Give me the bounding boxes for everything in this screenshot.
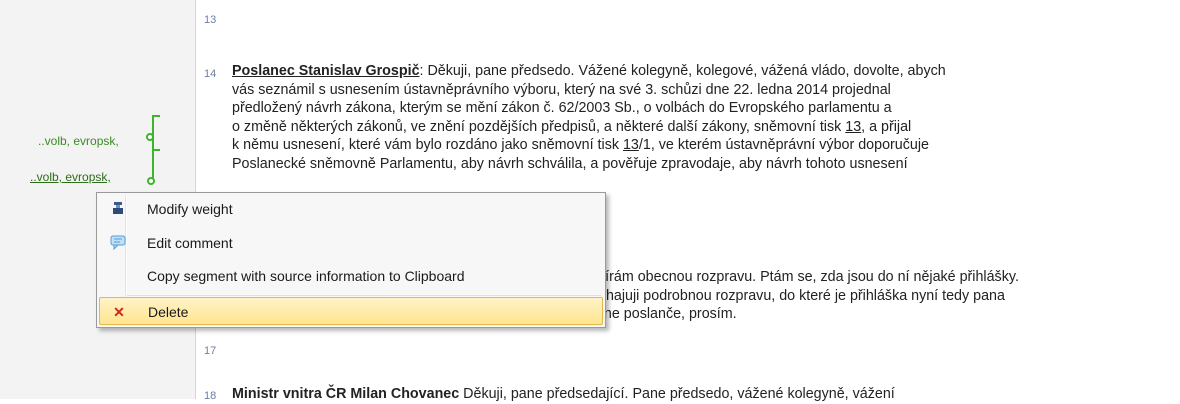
speaker-name[interactable]: Ministr vnitra ČR Milan Chovanec [232,386,459,402]
line-number: 17 [204,345,217,357]
segment-text: , a přijal [861,118,912,135]
code-bracket[interactable] [152,115,160,151]
print-link[interactable]: 13 [845,119,861,135]
menu-item-copy-segment[interactable]: Copy segment with source information to … [99,262,603,290]
menu-item-label: Modify weight [147,201,233,217]
menu-item-delete[interactable]: ✕ Delete [99,297,603,325]
segment-line: vírám obecnou rozpravu. Ptám se, zda jso… [598,269,1019,285]
code-label[interactable]: ..volb, evropsk, [38,134,119,148]
menu-item-modify-weight[interactable]: Modify weight [99,195,603,223]
segment-text: o změně některých zákonů, ve znění pozdě… [232,118,846,135]
segment-14[interactable]: Poslanec Stanislav Grospič: Děkuji, pane… [232,62,1167,173]
print-link[interactable]: 13 [623,137,639,153]
code-bracket[interactable] [152,150,154,178]
menu-separator [127,295,601,296]
line-number: 13 [204,14,217,26]
code-label-selected[interactable]: ..volb, evropsk, [30,170,111,184]
segment-line: předložený návrh zákona, kterým se mění … [232,100,892,116]
menu-item-edit-comment[interactable]: Edit comment [99,229,603,257]
segment-line: o změně některých zákonů, ve znění pozdě… [232,118,1167,137]
segment-18[interactable]: Ministr vnitra ČR Milan Chovanec Děkuji,… [232,385,1167,404]
code-bracket-knob[interactable] [146,133,154,141]
delete-icon: ✕ [113,304,125,320]
segment-line: ahajuji podrobnou rozpravu, do které je … [598,287,1005,304]
segment-text: k němu usnesení, které vám bylo rozdáno … [232,137,623,153]
menu-item-label: Delete [148,304,189,320]
segment-line: k němu usnesení, které vám bylo rozdáno … [232,136,1167,155]
weight-icon [109,200,127,218]
line-number: 18 [204,390,217,402]
segment-text: : Děkuji, pane předsedo. Vážené kolegyně… [419,63,946,79]
segment-line: Poslanec Stanislav Grospič: Děkuji, pane… [232,62,1167,81]
segment-text: Děkuji, pane předsedající. Pane předsedo… [459,386,895,402]
menu-item-label: Edit comment [147,235,233,251]
segment-line: vás seznámil s usnesením ústavněprávního… [232,81,891,98]
code-bracket-knob[interactable] [147,177,155,185]
segment-text: /1, ve kterém ústavněprávní výbor doporu… [638,137,929,153]
comment-icon [109,234,127,252]
segment-16[interactable]: vírám obecnou rozpravu. Ptám se, zda jso… [598,268,1178,305]
context-menu: Modify weight Edit comment Copy segment … [96,192,606,328]
line-number: 14 [204,68,217,80]
speaker-name[interactable]: Poslanec Stanislav Grospič [232,63,420,79]
menu-item-label: Copy segment with source information to … [147,268,465,284]
segment-line: Poslanecké sněmovně Parlamentu, aby návr… [232,155,908,172]
